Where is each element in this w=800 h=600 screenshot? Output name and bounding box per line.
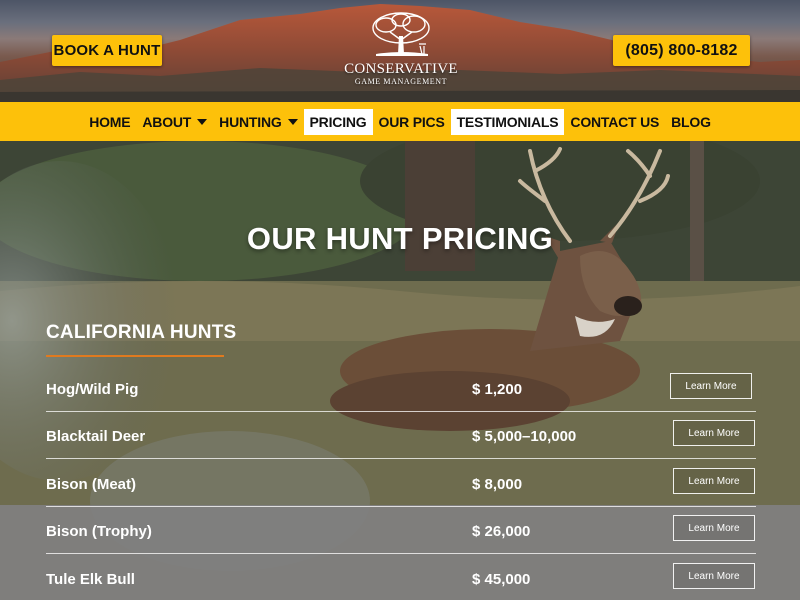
hero-section: OUR HUNT PRICING CALIFORNIA HUNTS Hog/Wi… [0,141,800,600]
nav-item-contact-us[interactable]: CONTACT US [564,109,665,135]
hunt-price: $ 45,000 [472,571,531,588]
hunt-row: Blacktail Deer $ 5,000–10,000 Learn More [46,420,756,474]
hunt-name: Blacktail Deer [46,428,146,445]
nav-item-label: HOME [89,113,131,130]
nav-item-label: BLOG [671,113,711,130]
hunt-name: Bison (Meat) [46,476,136,493]
nav-item-testimonials[interactable]: TESTIMONIALS [450,108,565,135]
hunt-price: $ 26,000 [472,523,531,540]
section-title: CALIFORNIA HUNTS [46,322,237,343]
hunt-name: Tule Elk Bull [46,571,135,588]
hunt-row: Tule Elk Bull $ 45,000 Learn More [46,563,756,600]
row-divider [46,553,756,554]
nav-item-label: PRICING [309,113,367,130]
nav-item-pricing[interactable]: PRICING [303,108,373,135]
hunt-row: Bison (Trophy) $ 26,000 Learn More [46,515,756,569]
logo-subtitle: GAME MANAGEMENT [354,77,448,86]
site-logo[interactable]: CONSERVATIVE GAME MANAGEMENT [343,10,459,94]
nav-item-blog[interactable]: BLOG [665,109,717,135]
hunt-price: $ 1,200 [472,381,523,398]
logo-name: CONSERVATIVE [344,61,458,77]
learn-more-button[interactable]: Learn More [673,515,755,541]
learn-more-button[interactable]: Learn More [673,563,755,589]
hunt-name: Bison (Trophy) [46,523,152,540]
main-nav-bar: HOME ABOUT HUNTING PRICING OUR PICS TESTIMONI… [0,102,800,141]
oak-tree-deer-icon [372,12,430,56]
nav-item-label: ABOUT [142,113,192,130]
learn-more-button[interactable]: Learn More [670,373,752,399]
row-divider [46,458,756,459]
section-underline [46,355,224,357]
nav-item-label: CONTACT US [570,113,660,130]
nav-item-label: OUR PICS [378,113,445,130]
hunt-row: Bison (Meat) $ 8,000 Learn More [46,468,756,522]
nav-item-about[interactable]: ABOUT [136,109,213,135]
hunt-name: Hog/Wild Pig [46,381,139,398]
row-divider [46,411,756,412]
learn-more-button[interactable]: Learn More [673,468,755,494]
book-a-hunt-button[interactable]: BOOK A HUNT [52,35,162,66]
caret-down-icon [287,118,298,125]
page-title: OUR HUNT PRICING [246,221,554,256]
main-nav: HOME ABOUT HUNTING PRICING OUR PICS TESTIMONI… [0,102,800,141]
hunt-row: Hog/Wild Pig $ 1,200 Learn More [46,373,756,427]
hunt-price: $ 8,000 [472,476,523,493]
nav-item-label: HUNTING [219,113,282,130]
nav-item-label: TESTIMONIALS [456,113,559,130]
hunt-price: $ 5,000–10,000 [472,428,577,445]
site-header: BOOK A HUNT (805) 800-8182 CONSERVATIVE … [0,0,800,102]
nav-item-home[interactable]: HOME [83,109,136,135]
nav-item-our-pics[interactable]: OUR PICS [373,109,451,135]
row-divider [46,506,756,507]
nav-item-hunting[interactable]: HUNTING [213,109,303,135]
phone-number-button[interactable]: (805) 800-8182 [613,35,750,66]
learn-more-button[interactable]: Learn More [673,420,755,446]
caret-down-icon [197,118,208,125]
